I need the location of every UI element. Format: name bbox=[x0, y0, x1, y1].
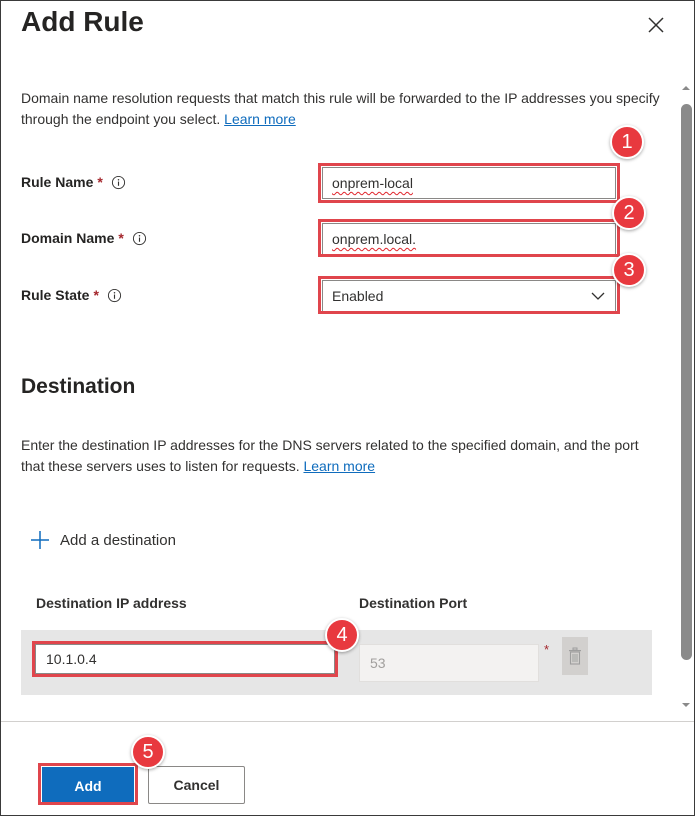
rule-state-value: Enabled bbox=[332, 288, 384, 304]
destination-heading: Destination bbox=[21, 375, 136, 398]
callout-badge-5: 5 bbox=[131, 735, 165, 769]
rule-state-select[interactable]: Enabled bbox=[322, 280, 616, 312]
callout-badge-3: 3 bbox=[612, 253, 646, 287]
required-indicator: * bbox=[118, 230, 124, 246]
rule-name-value: onprem-local bbox=[332, 175, 413, 191]
dialog-description-text: Domain name resolution requests that mat… bbox=[21, 90, 660, 127]
callout-badge-1: 1 bbox=[610, 125, 644, 159]
scrollbar-thumb[interactable] bbox=[681, 104, 692, 660]
rule-name-label: Rule Name * bbox=[21, 174, 126, 190]
cancel-button[interactable]: Cancel bbox=[148, 766, 245, 804]
learn-more-link[interactable]: Learn more bbox=[224, 111, 296, 127]
destination-port-input: 53 bbox=[359, 644, 539, 682]
scroll-up-icon[interactable] bbox=[679, 83, 693, 93]
domain-name-value: onprem.local. bbox=[332, 231, 417, 247]
destination-ip-input[interactable]: 10.1.0.4 bbox=[35, 644, 335, 674]
dialog-description: Domain name resolution requests that mat… bbox=[21, 88, 661, 130]
domain-name-label: Domain Name * bbox=[21, 230, 147, 246]
chevron-down-icon[interactable] bbox=[590, 288, 606, 304]
port-required-indicator: * bbox=[544, 642, 550, 657]
dialog-title: Add Rule bbox=[21, 6, 144, 37]
info-icon[interactable] bbox=[132, 231, 147, 246]
trash-icon bbox=[569, 647, 581, 665]
scroll-down-icon[interactable] bbox=[679, 700, 693, 710]
destination-ip-value: 10.1.0.4 bbox=[46, 651, 97, 667]
destination-port-value: 53 bbox=[370, 655, 386, 671]
rule-name-label-text: Rule Name bbox=[21, 174, 94, 190]
domain-name-label-text: Domain Name bbox=[21, 230, 115, 246]
add-destination-button[interactable]: Add a destination bbox=[30, 530, 176, 550]
footer-divider bbox=[1, 721, 694, 722]
domain-name-input[interactable]: onprem.local. bbox=[322, 223, 616, 255]
rule-state-label: Rule State * bbox=[21, 287, 122, 303]
info-icon[interactable] bbox=[107, 288, 122, 303]
plus-icon bbox=[31, 531, 49, 549]
rule-name-input[interactable]: onprem-local bbox=[322, 167, 616, 199]
required-indicator: * bbox=[93, 287, 99, 303]
info-icon[interactable] bbox=[111, 175, 126, 190]
close-icon[interactable] bbox=[646, 15, 666, 35]
rule-state-label-text: Rule State bbox=[21, 287, 90, 303]
column-header-ip: Destination IP address bbox=[36, 595, 187, 611]
destination-learn-more-link[interactable]: Learn more bbox=[303, 458, 375, 474]
delete-destination-button[interactable] bbox=[562, 637, 588, 675]
callout-badge-4: 4 bbox=[325, 618, 359, 652]
add-destination-label: Add a destination bbox=[60, 531, 176, 549]
destination-description: Enter the destination IP addresses for t… bbox=[21, 435, 661, 477]
add-button[interactable]: Add bbox=[42, 767, 134, 805]
column-header-port: Destination Port bbox=[359, 595, 468, 611]
required-indicator: * bbox=[97, 174, 103, 190]
callout-badge-2: 2 bbox=[612, 196, 646, 230]
